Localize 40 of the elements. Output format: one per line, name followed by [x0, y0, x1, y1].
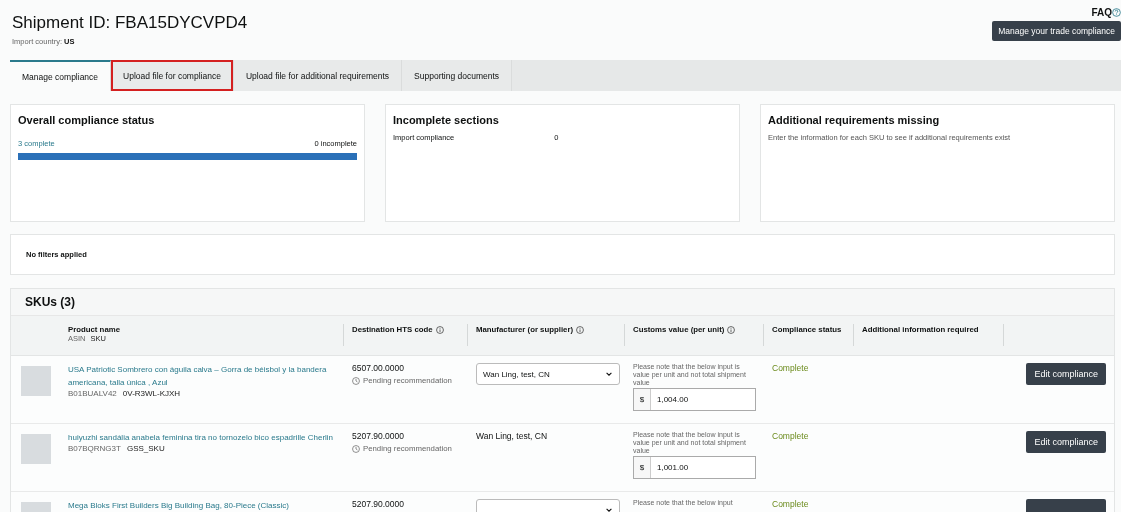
- card-title: Overall compliance status: [18, 114, 156, 126]
- compliance-status: Complete: [772, 431, 810, 441]
- asin-text: B01BUALV42: [68, 389, 117, 398]
- asin-text: B07BQRNG3T: [68, 444, 121, 453]
- manufacturer-dropdown[interactable]: Wan Ling, test, CN: [476, 363, 620, 385]
- info-icon[interactable]: [576, 325, 585, 334]
- compliance-status: Complete: [772, 363, 810, 373]
- edit-compliance-button[interactable]: Edit compliance: [1026, 431, 1106, 453]
- edit-compliance-button[interactable]: Edit compliance: [1026, 363, 1106, 385]
- info-icon[interactable]: [435, 325, 444, 334]
- chevron-down-icon: [605, 506, 613, 512]
- product-photo-placeholder: [21, 366, 51, 396]
- info-icon[interactable]: [727, 325, 736, 334]
- help-icon[interactable]: [1112, 8, 1121, 17]
- clock-icon: [352, 444, 360, 453]
- hts-code: 5207.90.0000: [352, 499, 405, 509]
- card-title: Additional requirements missing: [768, 114, 941, 126]
- tab[interactable]: Upload file for compliance: [111, 60, 234, 91]
- product-link[interactable]: huiyuzhi sandália anabela feminina tira no tornozelo bico espadrille Cherlin: [68, 431, 340, 444]
- page-title: Shipment ID: FBA15DYCVPD4: [12, 13, 248, 33]
- hts-code: 5207.90.0000: [352, 431, 405, 441]
- clock-icon: [352, 376, 360, 385]
- currency-symbol: $: [634, 457, 651, 478]
- sku-text: 0V-R3WL-KJXH: [122, 389, 181, 398]
- currency-symbol: $: [634, 389, 651, 410]
- hts-code: 6507.00.0000: [352, 363, 405, 373]
- chevron-down-icon: [605, 370, 613, 378]
- faq-link[interactable]: FAQ: [1091, 7, 1121, 18]
- compliance-status: Complete: [772, 499, 810, 509]
- section-title: SKUs (3): [11, 289, 1114, 316]
- customs-value-field[interactable]: $ 1,004.00: [633, 388, 756, 411]
- product-photo-placeholder: [21, 434, 51, 464]
- product-link[interactable]: Mega Bloks First Builders Big Building Bag, 80-Piece (Classic): [68, 499, 340, 512]
- customs-value-field[interactable]: $ 1,001.00: [633, 456, 756, 479]
- manage-compliance-button[interactable]: Manage your trade compliance: [992, 21, 1121, 41]
- manufacturer-text: Wan Ling, test, CN: [476, 431, 549, 441]
- product-link[interactable]: USA Patriotic Sombrero con águila calva – Gorra de béisbol y la bandera americana, talla única , Azul: [68, 363, 340, 389]
- card-title: Incomplete sections: [393, 114, 500, 126]
- tab[interactable]: Manage compliance: [10, 60, 112, 91]
- sku-text: GSS_SKU: [126, 444, 165, 453]
